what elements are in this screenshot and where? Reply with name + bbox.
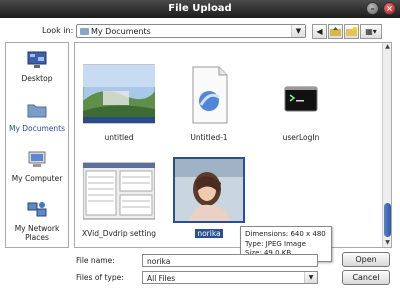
file-item-untitled-1[interactable]: Untitled-1 [169, 61, 249, 142]
new-folder-button[interactable] [344, 24, 359, 39]
up-folder-button[interactable] [328, 24, 343, 39]
file-thumbnail [82, 61, 156, 127]
photo-thumbnail [175, 159, 243, 221]
window-title: File Upload [168, 3, 232, 14]
file-name: XVid_Dvdrip setting [82, 229, 156, 238]
computer-icon [28, 151, 46, 167]
new-folder-icon [346, 27, 357, 36]
open-button[interactable]: Open [342, 252, 390, 267]
place-label: My Documents [8, 124, 66, 133]
chevron-down-icon[interactable]: ▼ [291, 25, 305, 37]
network-icon [27, 202, 47, 217]
file-type-label: Files of type: [76, 273, 124, 282]
place-label: My Computer [11, 174, 63, 183]
back-icon: ◀ [316, 27, 323, 36]
place-my-documents[interactable]: My Documents [6, 101, 68, 133]
file-list: untitled Untitled-1 userLogIn XVid_Dvdri… [74, 42, 392, 248]
file-name: norika [195, 229, 223, 238]
folder-icon [80, 28, 89, 35]
cancel-button[interactable]: Cancel [342, 270, 390, 285]
file-thumbnail [265, 61, 337, 127]
file-name: untitled [104, 133, 134, 142]
landscape-thumbnail [82, 64, 156, 124]
place-my-network[interactable]: My Network Places [6, 201, 68, 242]
place-label: My Network Places [14, 224, 60, 242]
scroll-down-arrow[interactable]: ▼ [383, 239, 391, 247]
file-type-value: All Files [147, 274, 176, 283]
file-thumbnail [173, 61, 245, 127]
file-name-input[interactable]: norika [142, 254, 318, 267]
vertical-scrollbar[interactable]: ▲ ▼ [382, 43, 391, 247]
back-button[interactable]: ◀ [312, 24, 327, 39]
place-label: Desktop [21, 74, 53, 83]
chevron-down-icon[interactable]: ▼ [304, 272, 317, 283]
terminal-icon [284, 86, 318, 112]
file-thumbnail [173, 157, 245, 223]
file-name-value: norika [147, 257, 171, 266]
file-item-xvid-dvdrip-setting[interactable]: XVid_Dvdrip setting [79, 157, 159, 238]
tooltip-type: Type: JPEG Image [245, 239, 306, 248]
file-type-dropdown[interactable]: All Files ▼ [142, 271, 318, 284]
look-in-value: My Documents [91, 27, 151, 36]
file-item-norika[interactable]: norika [169, 157, 249, 238]
file-item-userlogin[interactable]: userLogIn [261, 61, 341, 142]
file-name-label: File name: [76, 256, 115, 265]
view-menu-button[interactable]: ▦▾ [360, 24, 382, 39]
place-my-computer[interactable]: My Computer [6, 151, 68, 183]
look-in-dropdown[interactable]: My Documents ▼ [76, 24, 306, 38]
file-name: userLogIn [282, 133, 320, 142]
document-icon [192, 66, 228, 124]
look-in-label: Look in: [42, 26, 74, 35]
scroll-up-arrow[interactable]: ▲ [383, 43, 391, 51]
view-menu-icon: ▦▾ [365, 27, 377, 36]
file-item-untitled[interactable]: untitled [79, 61, 159, 142]
minimize-button[interactable]: – [366, 2, 379, 15]
up-folder-icon [330, 27, 341, 36]
folder-icon [27, 104, 47, 118]
place-desktop[interactable]: Desktop [6, 51, 68, 83]
close-button[interactable]: × [383, 2, 396, 15]
desktop-icon [27, 51, 47, 68]
tooltip-dimensions: Dimensions: 640 x 480 [245, 230, 326, 238]
screenshot-thumbnail [82, 162, 156, 220]
scroll-thumb[interactable] [384, 203, 391, 237]
places-bar: Desktop My Documents My Computer My Netw… [5, 42, 69, 248]
file-thumbnail [82, 157, 156, 223]
title-bar: File Upload – × [0, 0, 400, 18]
file-name: Untitled-1 [190, 133, 228, 142]
